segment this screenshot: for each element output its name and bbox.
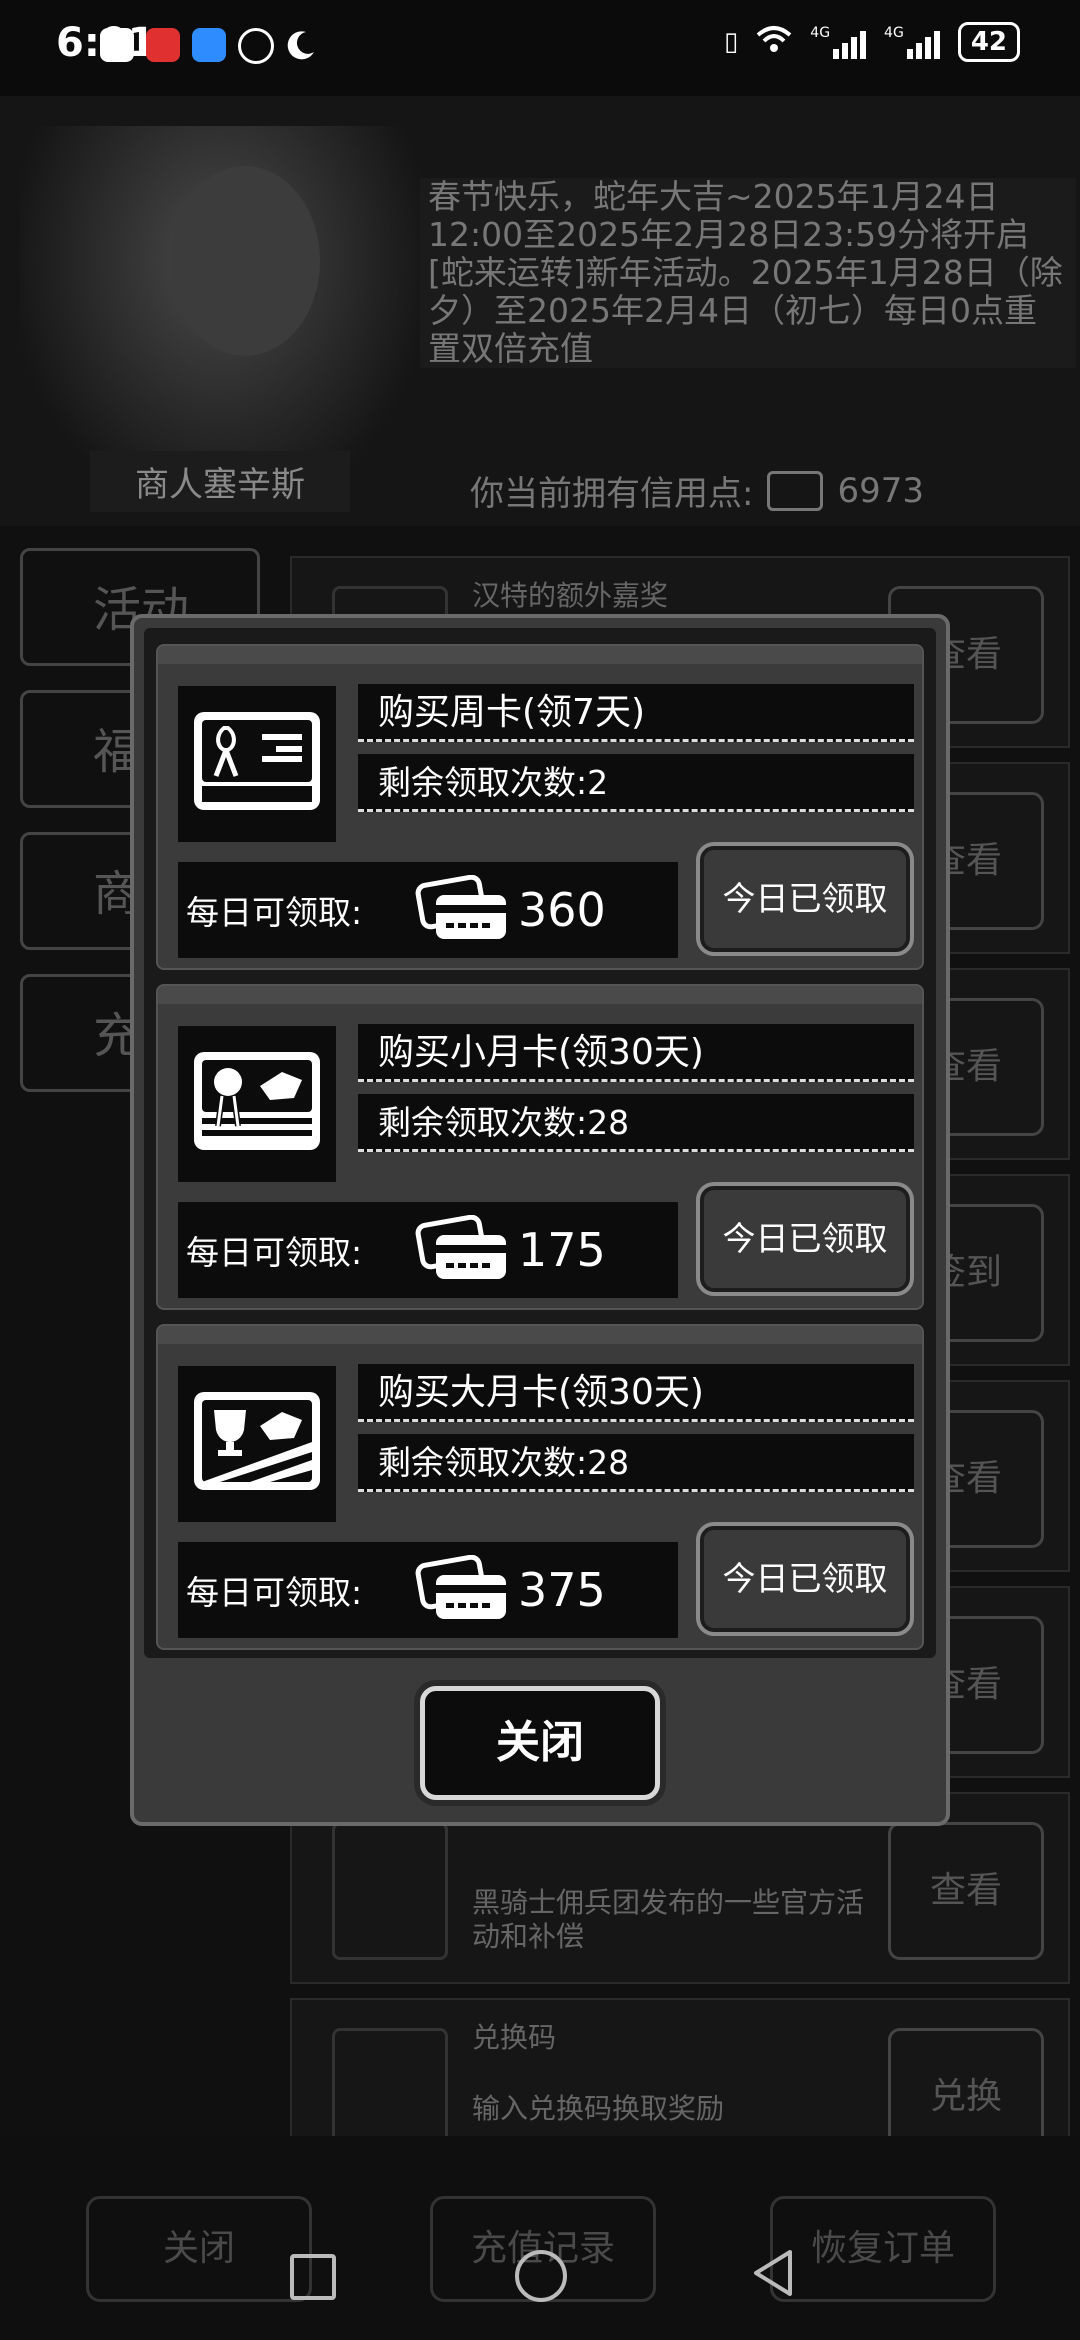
- signal-icon-2: 4G: [884, 25, 940, 59]
- merchant-portrait: [20, 126, 420, 506]
- recents-button[interactable]: [290, 2254, 336, 2300]
- daily-value: 175: [518, 1223, 606, 1277]
- weather-icon: [192, 28, 226, 62]
- system-nav-bar: [0, 2230, 1080, 2340]
- credit-cards-icon: [415, 1215, 506, 1279]
- daily-label: 每日可领取:: [186, 1573, 363, 1612]
- medal-card-icon: [178, 1026, 336, 1182]
- daily-reward: 每日可领取: 175: [178, 1202, 678, 1298]
- card-title: 购买小月卡(领30天): [358, 1024, 914, 1082]
- list-item-title: 汉特的额外嘉奖: [472, 579, 669, 612]
- card-title: 购买周卡(领7天): [358, 684, 914, 742]
- list-item-desc: 黑骑士佣兵团发布的一些官方活动和补偿: [472, 1886, 865, 1953]
- credit-cards-icon: [415, 875, 506, 939]
- claimed-today-button[interactable]: 今日已领取: [696, 1522, 914, 1636]
- ribbon-card-icon: [178, 686, 336, 842]
- claimed-today-button[interactable]: 今日已领取: [696, 1182, 914, 1296]
- card-title: 购买大月卡(领30天): [358, 1364, 914, 1422]
- qq-icon: [100, 28, 134, 62]
- small-monthly-card-panel: 购买小月卡(领30天) 剩余领取次数:28 每日可领取: 175 今日已领取: [156, 984, 924, 1310]
- list-item-desc: 输入兑换码换取奖励: [472, 2092, 725, 2125]
- trophy-card-icon: [178, 1366, 336, 1522]
- credits-value: 6973: [837, 470, 924, 511]
- battery-indicator: 42: [957, 22, 1020, 62]
- credits-display: 你当前拥有信用点: 6973: [470, 466, 924, 515]
- card-claim-dialog: 购买周卡(领7天) 剩余领取次数:2 每日可领取: 360 今日已领取 购买小月…: [130, 614, 950, 1826]
- weekly-card-panel: 购买周卡(领7天) 剩余领取次数:2 每日可领取: 360 今日已领取: [156, 644, 924, 970]
- wifi-icon: [756, 25, 792, 60]
- close-dialog-button[interactable]: 关闭: [420, 1686, 660, 1800]
- alarm-icon: [238, 28, 274, 64]
- remaining-claims: 剩余领取次数:28: [358, 1094, 914, 1152]
- card-list: 购买周卡(领7天) 剩余领取次数:2 每日可领取: 360 今日已领取 购买小月…: [144, 628, 936, 1658]
- daily-value: 360: [518, 883, 606, 937]
- daily-label: 每日可领取:: [186, 1233, 363, 1272]
- daily-reward: 每日可领取: 360: [178, 862, 678, 958]
- credit-cards-icon: [415, 1555, 506, 1619]
- remaining-claims: 剩余领取次数:28: [358, 1434, 914, 1492]
- news-app-icon: [146, 28, 180, 62]
- remaining-claims: 剩余领取次数:2: [358, 754, 914, 812]
- view-button[interactable]: 查看: [888, 1822, 1044, 1960]
- npc-speech: 春节快乐，蛇年大吉~2025年1月24日12:00至2025年2月28日23:5…: [420, 178, 1076, 368]
- large-monthly-card-panel: 购买大月卡(领30天) 剩余领取次数:28 每日可领取: 375 今日已领取: [156, 1324, 924, 1650]
- moon-icon: [284, 28, 318, 62]
- signal-icon-1: 4G: [810, 25, 867, 59]
- npc-panel: 商人塞辛斯 春节快乐，蛇年大吉~2025年1月24日12:00至2025年2月2…: [0, 96, 1080, 526]
- claimed-today-button[interactable]: 今日已领取: [696, 842, 914, 956]
- daily-value: 375: [518, 1563, 606, 1617]
- credits-label: 你当前拥有信用点:: [470, 474, 754, 514]
- door-icon: [332, 1822, 448, 1960]
- daily-label: 每日可领取:: [186, 893, 363, 932]
- vibrate-icon: ▯: [723, 27, 739, 57]
- list-item-title: 兑换码: [472, 2021, 557, 2054]
- daily-reward: 每日可领取: 375: [178, 1542, 678, 1638]
- credit-card-icon: [767, 470, 824, 511]
- npc-name: 商人塞辛斯: [90, 451, 350, 512]
- status-bar: 6:01 ▯ 4G 4G 42: [0, 0, 1080, 96]
- home-button[interactable]: [515, 2250, 567, 2302]
